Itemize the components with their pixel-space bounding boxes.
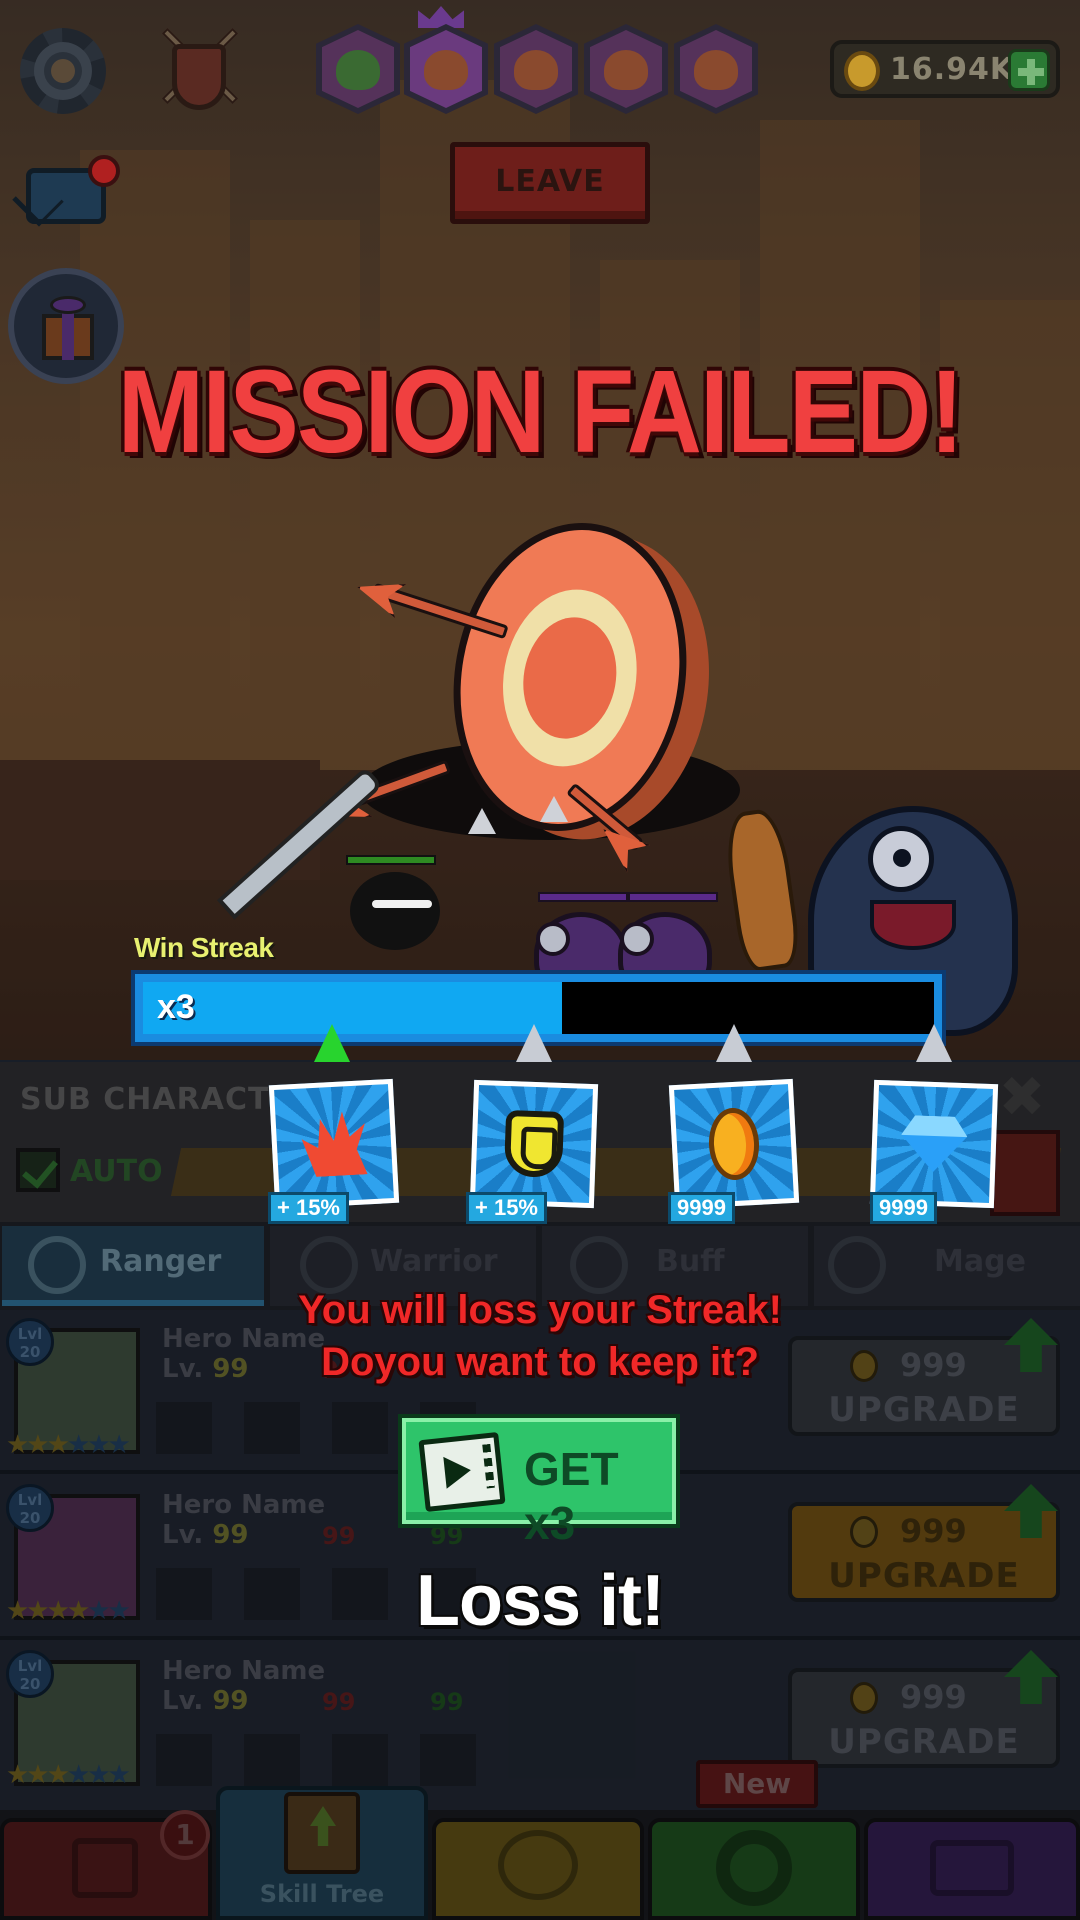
guild-shield-icon[interactable]	[150, 22, 246, 118]
damage-claw-icon	[300, 1110, 367, 1177]
win-streak-multiplier: x3	[157, 988, 195, 1026]
coin-amount: 16.94K	[890, 52, 1015, 87]
hero-health-bar	[346, 855, 436, 865]
spike-icon	[540, 796, 568, 822]
enemy-eye	[620, 922, 654, 956]
spike-icon	[468, 808, 496, 834]
monster-eye	[868, 826, 934, 892]
film-perforation	[482, 1443, 495, 1489]
settings-gear-icon[interactable]	[20, 28, 106, 114]
lose-streak-button[interactable]: Loss it!	[0, 1560, 1080, 1642]
reward-card-defense	[469, 1079, 599, 1209]
enemy-eye	[536, 922, 570, 956]
win-streak-label: Win Streak	[134, 932, 274, 963]
video-ad-icon	[418, 1432, 506, 1512]
reward-value: 9999	[870, 1192, 937, 1224]
reward-value: + 15%	[466, 1192, 547, 1224]
shield-icon	[172, 44, 226, 110]
get-x3-label: GET x3	[524, 1443, 619, 1549]
blue-gem-icon	[900, 1115, 968, 1173]
enemy-health-bar	[628, 892, 718, 902]
game-screen: 16.94K LEAVE MISSION FAILED! SUB CHARACT…	[0, 0, 1080, 1920]
milestone-marker	[716, 1024, 752, 1062]
reward-card-damage	[268, 1078, 400, 1210]
streak-warning: You will loss your Streak! Doyou want to…	[0, 1284, 1080, 1388]
win-streak-fill	[143, 982, 563, 1034]
leave-button[interactable]: LEAVE	[450, 142, 650, 224]
shield-icon	[503, 1110, 565, 1178]
coin-icon	[844, 51, 880, 91]
streak-warning-line1: You will loss your Streak!	[298, 1288, 782, 1332]
get-x3-watch-ad-button[interactable]: GET x3	[398, 1414, 680, 1549]
reward-card-gem	[869, 1079, 999, 1209]
mission-failed-title: MISSION FAILED!	[117, 346, 964, 478]
gold-coin-icon	[707, 1106, 761, 1182]
streak-warning-line2: Doyou want to keep it?	[321, 1340, 759, 1384]
milestone-marker-reached	[314, 1024, 350, 1062]
enemy-health-bar	[538, 892, 628, 902]
reward-value: + 15%	[268, 1192, 349, 1224]
milestone-marker	[516, 1024, 552, 1062]
notification-dot	[88, 155, 120, 187]
coin-balance: 16.94K	[830, 40, 1060, 98]
stickman-hero	[350, 872, 440, 950]
reward-card-gold	[668, 1078, 800, 1210]
milestone-marker	[916, 1024, 952, 1062]
gift-bow	[50, 296, 86, 314]
reward-value: 9999	[668, 1192, 735, 1224]
add-coins-button[interactable]	[1008, 49, 1050, 91]
play-icon	[443, 1454, 473, 1489]
monster-mouth	[870, 900, 956, 950]
